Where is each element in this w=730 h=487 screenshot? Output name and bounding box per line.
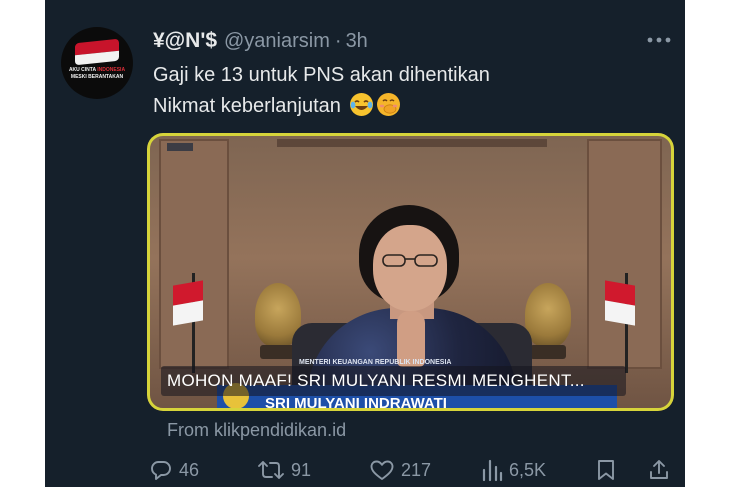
wall-plaque: [277, 139, 547, 147]
glasses: [382, 254, 438, 267]
action-bar: 46 91 217 6,5K: [147, 455, 673, 485]
heart-icon: [370, 460, 394, 480]
views-count: 6,5K: [509, 459, 547, 480]
views-chart-icon: [482, 459, 503, 482]
flag-right: [605, 280, 635, 326]
header-separator: ·: [334, 29, 342, 52]
person-face: [373, 225, 447, 311]
avatar-text-line1a: AKU CINTA: [68, 67, 98, 73]
like-button[interactable]: 217: [369, 455, 431, 485]
tweet-timestamp[interactable]: 3h: [346, 30, 368, 53]
flag-left: [173, 280, 203, 326]
ornament-base-right: [530, 345, 566, 359]
reply-icon: [151, 461, 171, 480]
nameplate-title: MENTERI KEUANGAN REPUBLIK INDONESIA: [299, 359, 452, 366]
retweet-icon: [258, 461, 284, 479]
reply-count: 46: [179, 459, 200, 480]
reply-button[interactable]: 46: [149, 455, 199, 485]
avatar-text-line1b: INDONESIA: [97, 67, 126, 73]
tweet-text: Gaji ke 13 untuk PNS akan dihentikan Nik…: [153, 60, 673, 122]
tweet-text-line1: Gaji ke 13 untuk PNS akan dihentikan: [153, 64, 490, 86]
face-with-tears-of-joy-emoji: [350, 93, 374, 116]
like-count: 217: [401, 459, 432, 480]
media-source-link[interactable]: From klikpendidikan.id: [167, 420, 346, 441]
share-icon: [650, 460, 668, 479]
avatar[interactable]: AKU CINTA INDONESIA MESKI BERANTAKAN: [61, 27, 133, 99]
bookmark-button[interactable]: [595, 455, 617, 485]
tweet-card[interactable]: AKU CINTA INDONESIA MESKI BERANTAKAN ¥@N…: [45, 0, 685, 487]
channel-badge: [167, 143, 193, 151]
retweet-count: 91: [291, 459, 312, 480]
face-with-hand-over-mouth-emoji: [377, 93, 401, 116]
video-caption: MOHON MAAF! SRI MULYANI RESMI MENGHENT..…: [167, 371, 585, 390]
tweet-header: ¥@N'$ @yaniarsim · 3h: [153, 28, 368, 54]
avatar-text: AKU CINTA INDONESIA MESKI BERANTAKAN: [65, 67, 129, 81]
ornament-base-left: [260, 345, 296, 359]
share-button[interactable]: [647, 455, 671, 485]
more-horizontal-icon[interactable]: [646, 33, 672, 45]
retweet-button[interactable]: 91: [257, 455, 311, 485]
bookmark-icon: [598, 460, 614, 480]
author-handle[interactable]: @yaniarsim: [224, 30, 330, 53]
author-display-name[interactable]: ¥@N'$: [153, 29, 217, 53]
views-button[interactable]: 6,5K: [481, 455, 546, 485]
ornament-right: [525, 283, 571, 347]
video-thumbnail[interactable]: MENTERI KEUANGAN REPUBLIK INDONESIA SRI …: [147, 133, 674, 411]
nameplate-name: SRI MULYANI INDRAWATI: [265, 395, 447, 411]
tweet-text-line2-wrap: Nikmat keberlanjutan: [153, 91, 673, 122]
tweet-text-line2: Nikmat keberlanjutan: [153, 95, 341, 117]
avatar-text-line2: MESKI BERANTAKAN: [70, 74, 124, 80]
